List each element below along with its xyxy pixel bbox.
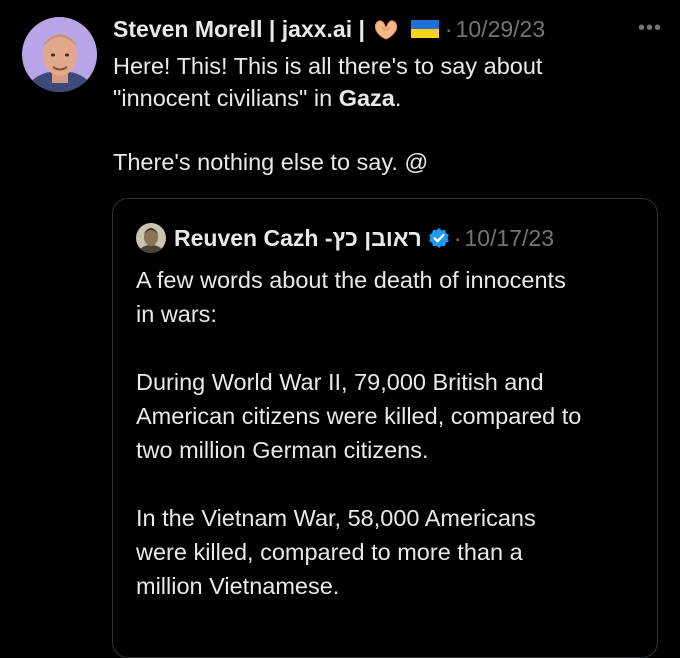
quoted-line: A few words about the death of innocents — [136, 267, 566, 293]
quoted-author-avatar[interactable] — [136, 223, 166, 253]
quoted-line: American citizens were killed, compared … — [136, 403, 582, 429]
gaza-link[interactable]: Gaza — [339, 85, 395, 111]
quoted-tweet[interactable]: Reuven Cazh - ראובן כץ · 10/17/23 A few … — [112, 198, 658, 658]
tweet-text: Here! This! This is all there's to say a… — [113, 50, 633, 178]
quoted-tweet-header: Reuven Cazh - ראובן כץ · 10/17/23 — [136, 221, 554, 255]
quoted-tweet-text: A few words about the death of innocents… — [136, 263, 646, 603]
quoted-line: two million German citizens. — [136, 437, 429, 463]
author-avatar[interactable] — [22, 17, 97, 92]
quoted-author-name[interactable]: Reuven Cazh - — [174, 225, 332, 252]
heart-hands-icon — [373, 18, 399, 40]
tweet-header: Steven Morell | jaxx.ai | · 10/29/23 ••• — [113, 13, 664, 45]
tweet: Steven Morell | jaxx.ai | · 10/29/23 •••… — [0, 0, 680, 658]
author-name[interactable]: Steven Morell | jaxx.ai | — [113, 16, 365, 43]
tweet-line: Here! This! This is all there's to say a… — [113, 53, 543, 79]
quoted-line: were killed, compared to more than a — [136, 539, 523, 565]
separator-dot: · — [453, 224, 462, 251]
verified-badge-icon — [428, 227, 450, 249]
tweet-text-span: . — [394, 85, 402, 111]
separator-dot: · — [444, 15, 453, 42]
quoted-line: million Vietnamese. — [136, 573, 340, 599]
tweet-text-span: "innocent civilians" in — [113, 85, 339, 111]
quoted-line: In the Vietnam War, 58,000 Americans — [136, 505, 536, 531]
quoted-line: During World War II, 79,000 British and — [136, 369, 544, 395]
more-options-icon[interactable]: ••• — [638, 17, 662, 40]
quoted-tweet-timestamp[interactable]: 10/17/23 — [464, 225, 554, 252]
quoted-line: in wars: — [136, 301, 217, 327]
tweet-line: There's nothing else to say. @ — [113, 149, 429, 175]
tweet-timestamp[interactable]: 10/29/23 — [456, 16, 546, 43]
ukraine-flag-icon — [410, 20, 439, 38]
tweet-line: "innocent civilians" in Gaza. — [113, 82, 633, 114]
quoted-author-name-hebrew[interactable]: ראובן כץ — [332, 225, 421, 252]
